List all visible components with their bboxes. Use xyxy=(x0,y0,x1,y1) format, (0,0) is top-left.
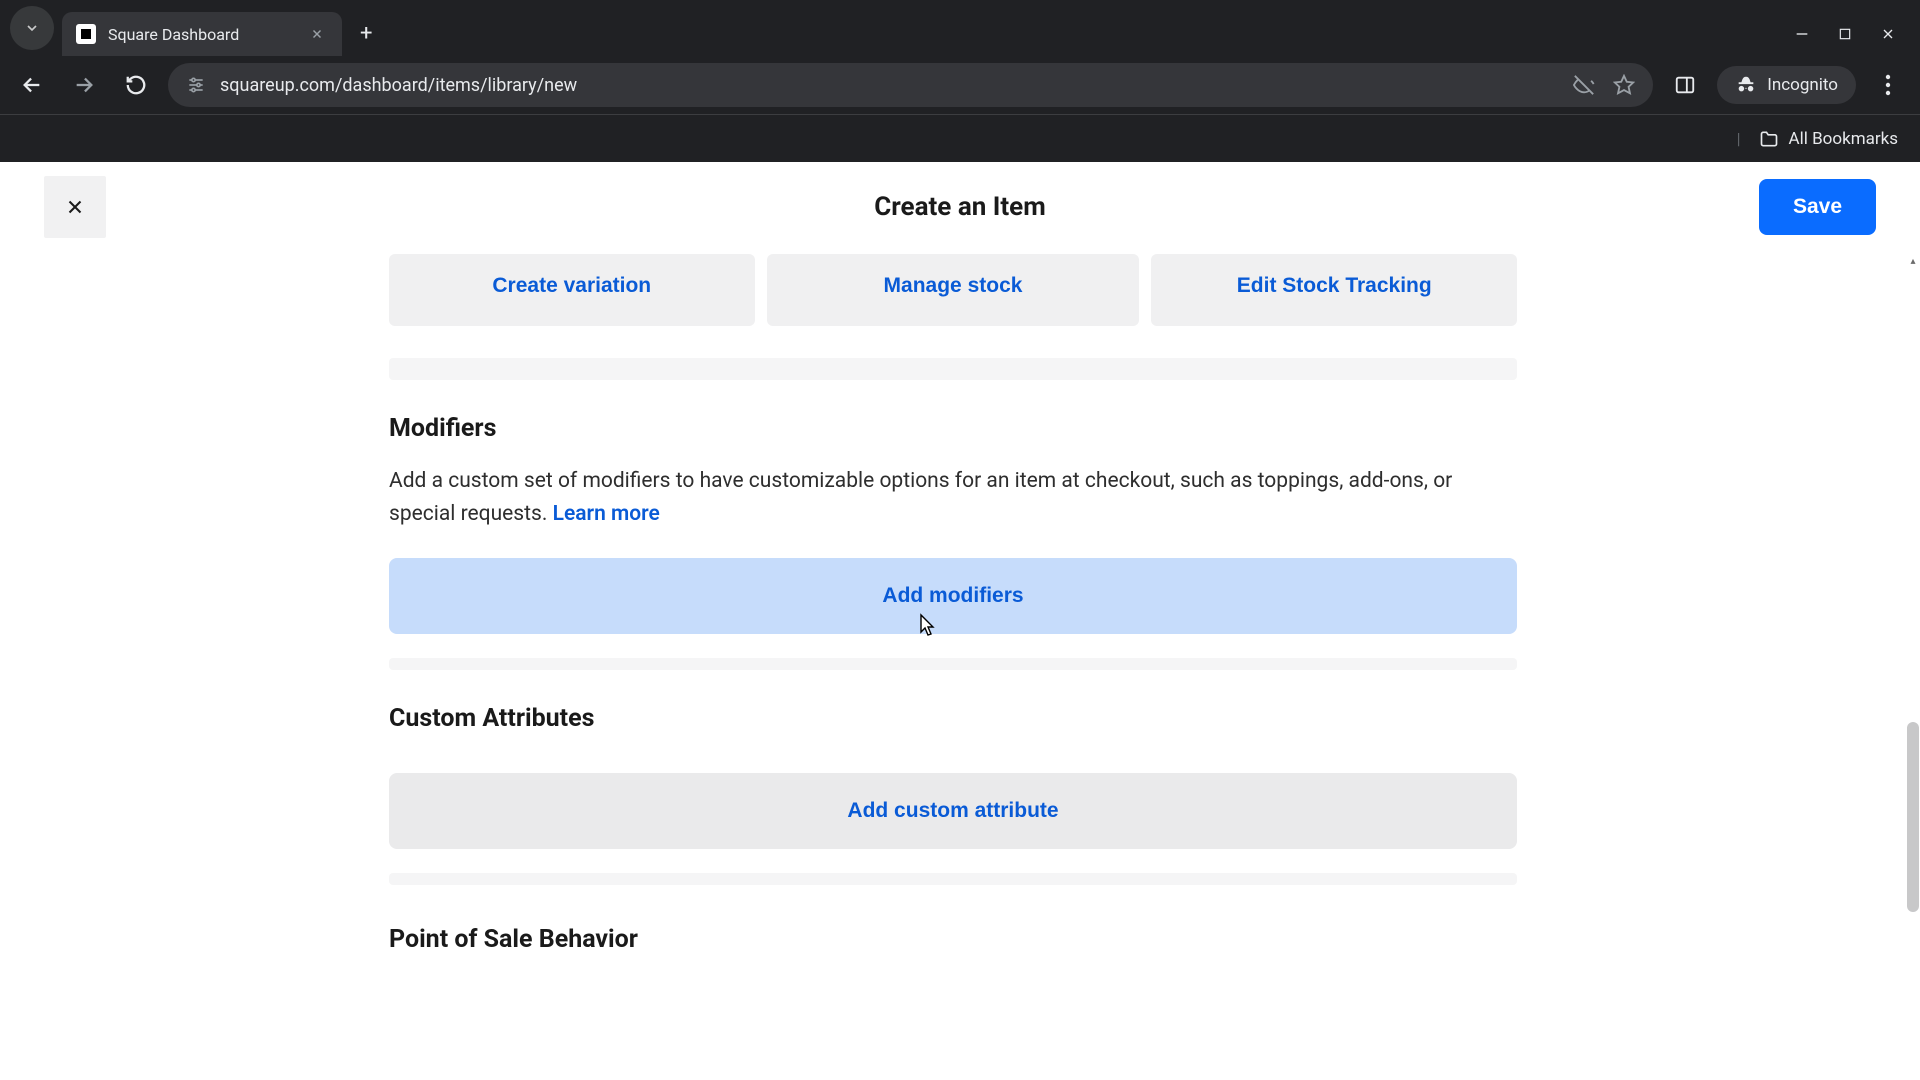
close-window-icon[interactable] xyxy=(1880,26,1896,42)
save-button[interactable]: Save xyxy=(1759,179,1876,235)
scroll-up-icon[interactable]: ▴ xyxy=(1906,252,1920,270)
bookmark-star-icon[interactable] xyxy=(1613,74,1635,96)
address-bar[interactable]: squareup.com/dashboard/items/library/new xyxy=(168,63,1653,107)
learn-more-link[interactable]: Learn more xyxy=(553,502,660,526)
window-controls xyxy=(1794,12,1920,56)
site-settings-icon[interactable] xyxy=(186,75,206,95)
new-tab-button[interactable]: + xyxy=(342,11,390,56)
modifiers-heading: Modifiers xyxy=(389,414,1517,443)
page-header: Create an Item Save xyxy=(0,162,1920,252)
modifiers-description-text: Add a custom set of modifiers to have cu… xyxy=(389,469,1452,526)
incognito-label: Incognito xyxy=(1767,75,1838,95)
tab-search-dropdown[interactable] xyxy=(10,6,54,50)
close-modal-button[interactable] xyxy=(44,176,106,238)
page-content: Create an Item Save Create variation Man… xyxy=(0,162,1920,1080)
maximize-icon[interactable] xyxy=(1838,27,1852,41)
section-divider xyxy=(389,358,1517,380)
browser-menu-icon[interactable] xyxy=(1868,65,1908,105)
modifiers-description: Add a custom set of modifiers to have cu… xyxy=(389,465,1499,530)
variation-actions-row: Create variation Manage stock Edit Stock… xyxy=(389,254,1517,326)
vertical-scrollbar[interactable]: ▴ xyxy=(1906,252,1920,1080)
section-divider xyxy=(389,873,1517,885)
bookmarks-bar: | All Bookmarks xyxy=(0,114,1920,162)
close-tab-icon[interactable] xyxy=(306,23,328,45)
back-button[interactable] xyxy=(12,65,52,105)
cursor-icon xyxy=(913,612,937,640)
minimize-icon[interactable] xyxy=(1794,26,1810,42)
create-variation-button[interactable]: Create variation xyxy=(389,254,755,326)
incognito-icon xyxy=(1735,74,1757,96)
reload-button[interactable] xyxy=(116,65,156,105)
browser-toolbar: squareup.com/dashboard/items/library/new… xyxy=(0,56,1920,114)
add-modifiers-button[interactable]: Add modifiers xyxy=(389,558,1517,634)
square-favicon xyxy=(76,24,96,44)
all-bookmarks-label: All Bookmarks xyxy=(1789,129,1898,149)
browser-chrome: Square Dashboard + xyxy=(0,0,1920,162)
tab-strip: Square Dashboard + xyxy=(0,0,1920,56)
add-modifiers-label: Add modifiers xyxy=(882,584,1023,607)
edit-stock-tracking-button[interactable]: Edit Stock Tracking xyxy=(1151,254,1517,326)
scrollbar-thumb[interactable] xyxy=(1907,722,1919,912)
close-icon xyxy=(64,196,86,218)
tab-title: Square Dashboard xyxy=(108,25,306,44)
pos-behavior-heading: Point of Sale Behavior xyxy=(389,925,1517,954)
folder-icon xyxy=(1759,129,1779,149)
url-text: squareup.com/dashboard/items/library/new xyxy=(220,75,1559,96)
all-bookmarks-button[interactable]: All Bookmarks xyxy=(1759,129,1898,149)
page-title: Create an Item xyxy=(874,192,1045,222)
add-custom-attribute-button[interactable]: Add custom attribute xyxy=(389,773,1517,849)
side-panel-icon[interactable] xyxy=(1665,65,1705,105)
custom-attributes-heading: Custom Attributes xyxy=(389,704,1517,733)
page-body-scroll[interactable]: Create variation Manage stock Edit Stock… xyxy=(0,252,1906,1080)
manage-stock-button[interactable]: Manage stock xyxy=(767,254,1140,326)
forward-button[interactable] xyxy=(64,65,104,105)
section-divider xyxy=(389,658,1517,670)
eye-off-icon[interactable] xyxy=(1573,74,1595,96)
chevron-down-icon xyxy=(24,20,40,36)
browser-tab[interactable]: Square Dashboard xyxy=(62,12,342,56)
incognito-badge[interactable]: Incognito xyxy=(1717,66,1856,104)
